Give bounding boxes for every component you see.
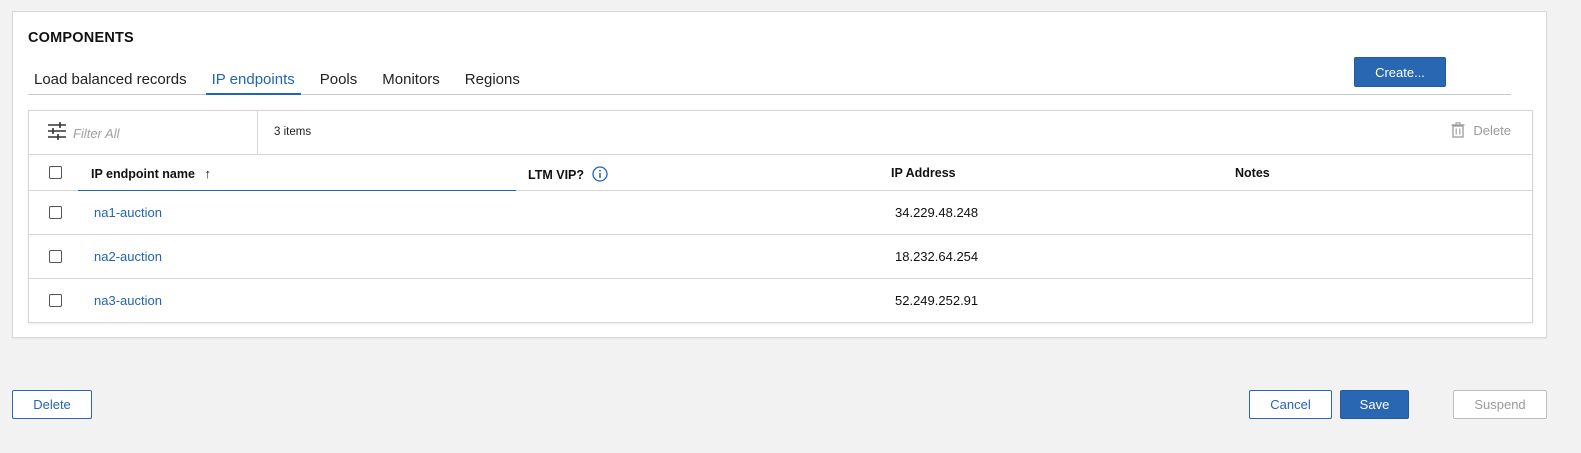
column-header-ip-endpoint-name[interactable]: IP endpoint name ↑ (91, 166, 211, 181)
info-icon[interactable] (591, 166, 608, 182)
ip-endpoint-link[interactable]: na2-auction (94, 249, 162, 264)
column-header-ip-address[interactable]: IP Address (891, 166, 956, 180)
toolbar-delete-label: Delete (1473, 122, 1511, 138)
column-label: IP endpoint name (91, 167, 195, 181)
tab-load-balanced-records[interactable]: Load balanced records (28, 68, 193, 95)
suspend-button: Suspend (1453, 390, 1547, 419)
ip-endpoint-link[interactable]: na3-auction (94, 293, 162, 308)
sliders-icon[interactable] (47, 122, 67, 140)
select-all-checkbox[interactable] (49, 166, 62, 179)
create-button[interactable]: Create... (1354, 57, 1446, 87)
toolbar-delete-button: Delete (1451, 122, 1511, 138)
delete-button[interactable]: Delete (12, 390, 92, 419)
tab-ip-endpoints[interactable]: IP endpoints (205, 68, 301, 95)
column-label: LTM VIP? (528, 168, 585, 182)
components-panel: COMPONENTS Load balanced records IP endp… (12, 11, 1547, 338)
tab-regions[interactable]: Regions (459, 68, 526, 95)
tab-pools[interactable]: Pools (314, 68, 364, 95)
row-checkbox[interactable] (49, 206, 62, 219)
ip-endpoints-table: 3 items Delete IP endpoint name ↑ LTM VI… (28, 110, 1533, 323)
section-title: COMPONENTS (28, 30, 134, 46)
ip-address-cell: 18.232.64.254 (895, 249, 979, 264)
row-checkbox[interactable] (49, 250, 62, 263)
row-checkbox[interactable] (49, 294, 62, 307)
save-button[interactable]: Save (1340, 390, 1409, 419)
ip-endpoint-link[interactable]: na1-auction (94, 205, 162, 220)
cancel-button[interactable]: Cancel (1249, 390, 1332, 419)
table-row: na1-auction 34.229.48.248 (29, 191, 1532, 235)
table-row: na2-auction 18.232.64.254 (29, 235, 1532, 279)
table-header: IP endpoint name ↑ LTM VIP? IP Address N… (29, 155, 1532, 191)
filter-box (29, 111, 258, 154)
column-header-ltm-vip[interactable]: LTM VIP? (528, 166, 608, 182)
tab-monitors[interactable]: Monitors (376, 68, 446, 95)
column-header-notes[interactable]: Notes (1235, 166, 1270, 180)
sort-ascending-icon: ↑ (204, 166, 211, 181)
ip-address-cell: 34.229.48.248 (895, 205, 979, 220)
trash-icon (1451, 122, 1465, 138)
table-row: na3-auction 52.249.252.91 (29, 279, 1532, 322)
items-count: 3 items (274, 126, 312, 138)
ip-address-cell: 52.249.252.91 (895, 293, 979, 308)
component-tabs: Load balanced records IP endpoints Pools… (28, 68, 1511, 95)
filter-input[interactable] (73, 123, 248, 143)
table-toolbar: 3 items Delete (29, 111, 1532, 155)
